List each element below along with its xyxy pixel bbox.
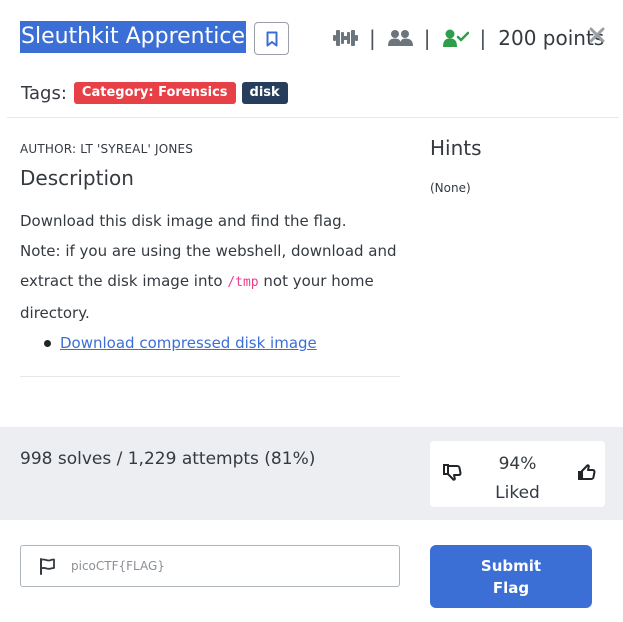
solves-count: 998 solves / 1,229 attempts (81%) (20, 449, 316, 469)
divider (7, 117, 619, 118)
users-icon (387, 30, 413, 46)
hints-heading: Hints (430, 136, 482, 160)
challenge-title-highlight: Sleuthkit Apprentice (20, 21, 246, 53)
dumbbell-icon (333, 30, 358, 46)
author-line: AUTHOR: LT 'SYREAL' JONES (20, 142, 194, 156)
flag-icon (39, 558, 56, 579)
flag-input[interactable] (71, 546, 391, 586)
description-note: Note: if you are using the webshell, dow… (20, 242, 397, 322)
submit-flag-button[interactable]: Submit Flag (430, 545, 592, 608)
tag-category[interactable]: Category: Forensics (73, 82, 236, 104)
close-button[interactable] (585, 20, 609, 48)
close-icon (589, 27, 605, 43)
separator: | (479, 26, 487, 50)
divider (20, 376, 400, 377)
tags-row: Tags: Category: Forensics disk (21, 80, 294, 106)
tag-disk[interactable]: disk (241, 82, 288, 104)
thumbs-up-button[interactable] (577, 464, 596, 485)
bullet (44, 340, 51, 347)
description-heading: Description (20, 166, 134, 190)
description-line: Download this disk image and find the fl… (20, 212, 347, 230)
thumbs-up-icon (578, 464, 596, 480)
download-disk-image-link[interactable]: Download compressed disk image (60, 334, 317, 352)
tags-label: Tags: (21, 82, 67, 104)
download-list-item: Download compressed disk image (44, 329, 317, 357)
bookmark-icon (266, 31, 277, 46)
challenge-stats: | | | 200 points (333, 24, 604, 52)
like-panel: 94% Liked (430, 441, 605, 507)
description-text: Download this disk image and find the fl… (20, 206, 400, 328)
flag-input-group (20, 545, 400, 587)
user-check-icon (442, 29, 469, 47)
separator: | (423, 26, 431, 50)
separator: | (369, 26, 376, 50)
bookmark-button[interactable] (254, 22, 289, 55)
code-path: /tmp (227, 275, 259, 290)
challenge-title: Sleuthkit Apprentice (21, 24, 245, 49)
hints-value: (None) (430, 181, 471, 195)
